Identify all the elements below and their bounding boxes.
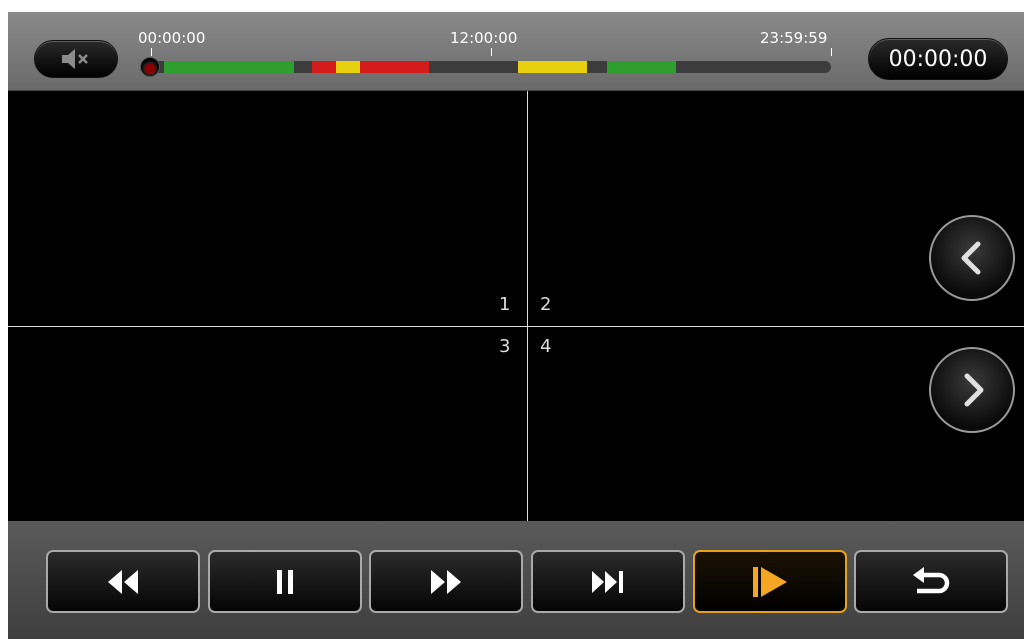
- pause-button[interactable]: [208, 550, 362, 613]
- grid-divider-horizontal: [8, 326, 1024, 327]
- channel-label-2: 2: [540, 294, 552, 315]
- play-icon: [753, 566, 787, 597]
- rewind-icon: [108, 569, 138, 594]
- return-icon: [913, 566, 950, 593]
- previous-page-button[interactable]: [929, 215, 1015, 301]
- rewind-button[interactable]: [46, 550, 200, 613]
- timeline-mid-label: 12:00:00: [450, 29, 518, 47]
- back-button[interactable]: [854, 550, 1008, 613]
- mute-button[interactable]: [34, 40, 118, 78]
- channel-label-4: 4: [540, 336, 552, 357]
- timeline-end-label: 23:59:59: [760, 29, 828, 47]
- next-page-button[interactable]: [929, 347, 1015, 433]
- play-button[interactable]: [693, 550, 847, 613]
- timeline-start-label: 00:00:00: [138, 29, 206, 47]
- time-display[interactable]: 00:00:00: [868, 38, 1008, 80]
- recording-segment: [311, 61, 336, 73]
- timeline-scrubber[interactable]: [140, 57, 160, 77]
- recording-segment: [517, 61, 587, 73]
- next-frame-button[interactable]: [531, 550, 685, 613]
- pause-icon: [277, 569, 293, 594]
- timeline-tick: [831, 48, 832, 56]
- skip-next-icon: [592, 570, 623, 593]
- chevron-right-icon: [964, 373, 984, 407]
- fast-forward-icon: [431, 569, 461, 594]
- chevron-left-icon: [961, 241, 981, 275]
- playback-screen: 00:00:00 12:00:00 23:59:59 00:00:00 1 2 …: [8, 12, 1024, 639]
- control-bar: [8, 521, 1024, 639]
- recording-segment: [607, 61, 677, 73]
- recording-segment: [335, 61, 360, 73]
- timeline-track[interactable]: [143, 61, 831, 73]
- recording-segment: [163, 61, 295, 73]
- timeline-tick: [151, 48, 152, 56]
- grid-divider-vertical: [527, 91, 528, 521]
- top-bar: 00:00:00 12:00:00 23:59:59 00:00:00: [8, 12, 1024, 91]
- channel-label-1: 1: [499, 294, 511, 315]
- fast-forward-button[interactable]: [369, 550, 523, 613]
- channel-label-3: 3: [499, 336, 511, 357]
- recording-segment: [359, 61, 429, 73]
- timeline-tick: [491, 48, 492, 56]
- mute-icon: [62, 49, 88, 69]
